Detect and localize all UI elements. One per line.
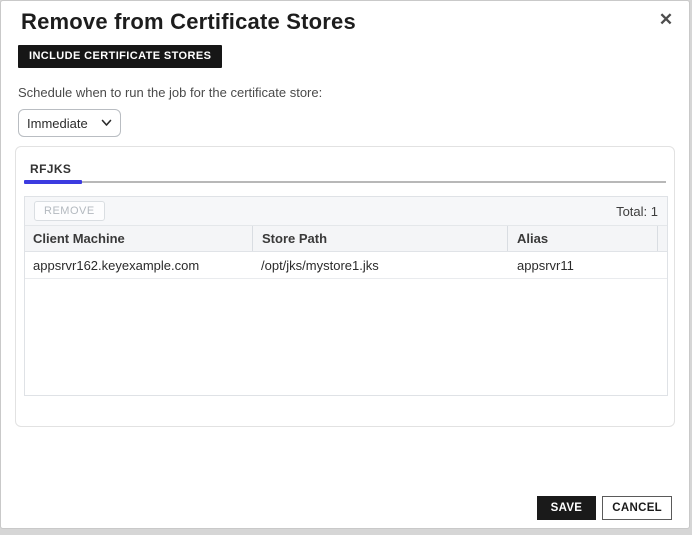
table-toolbar: REMOVE Total: 1 — [25, 197, 667, 226]
tab-bar: RFJKS — [24, 147, 666, 184]
total-count: Total: 1 — [616, 204, 658, 219]
table-header-row: Client Machine Store Path Alias — [25, 226, 667, 252]
table-empty-area — [25, 279, 667, 395]
column-header-client-machine[interactable]: Client Machine — [25, 226, 252, 251]
cell-alias: appsrvr11 — [507, 252, 657, 278]
dialog-footer: SAVE CANCEL — [537, 496, 672, 520]
dialog-header: Remove from Certificate Stores ✕ — [1, 1, 689, 35]
column-header-spacer — [657, 226, 667, 251]
remove-button[interactable]: REMOVE — [34, 201, 105, 221]
table-row[interactable]: appsrvr162.keyexample.com /opt/jks/mysto… — [25, 252, 667, 279]
dialog-title: Remove from Certificate Stores — [21, 9, 669, 35]
save-button[interactable]: SAVE — [537, 496, 597, 520]
cell-client-machine: appsrvr162.keyexample.com — [25, 252, 252, 278]
store-table: REMOVE Total: 1 Client Machine Store Pat… — [24, 196, 668, 396]
certificate-store-card: RFJKS REMOVE Total: 1 Client Machine Sto… — [15, 146, 675, 427]
chevron-down-icon — [101, 119, 112, 127]
column-header-store-path[interactable]: Store Path — [252, 226, 507, 251]
cell-store-path: /opt/jks/mystore1.jks — [252, 252, 507, 278]
close-icon[interactable]: ✕ — [655, 9, 677, 31]
schedule-selected-value: Immediate — [27, 116, 88, 131]
active-tab-indicator — [24, 180, 82, 184]
remove-from-certificate-stores-dialog: Remove from Certificate Stores ✕ INCLUDE… — [0, 0, 690, 529]
column-header-alias[interactable]: Alias — [507, 226, 657, 251]
cancel-button[interactable]: CANCEL — [602, 496, 672, 520]
schedule-select[interactable]: Immediate — [18, 109, 121, 137]
schedule-label: Schedule when to run the job for the cer… — [18, 85, 689, 100]
tab-divider — [24, 181, 666, 183]
tab-rfjks[interactable]: RFJKS — [30, 162, 71, 176]
include-certificate-stores-button[interactable]: INCLUDE CERTIFICATE STORES — [18, 45, 222, 68]
cell-spacer — [657, 252, 667, 278]
